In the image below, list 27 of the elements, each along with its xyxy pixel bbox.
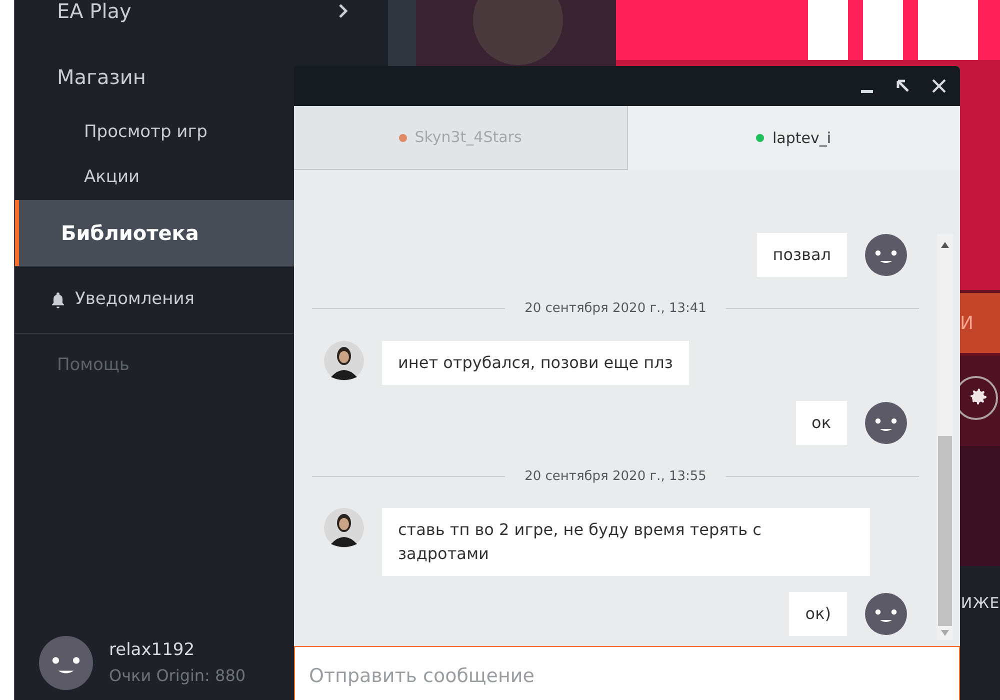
- avatar-icon: [39, 636, 93, 690]
- avatar-icon: [865, 593, 907, 635]
- date-separator: 20 сентября 2020 г., 13:55: [524, 468, 706, 486]
- user-name: relax1192: [109, 639, 196, 662]
- bell-icon: [49, 291, 67, 309]
- message-bubble: позвал: [756, 233, 847, 277]
- bottom-label: ИЖЕ: [960, 593, 1000, 614]
- message-bubble: ок): [789, 592, 847, 636]
- scroll-up-icon: [941, 242, 949, 248]
- avatar-icon: [324, 508, 364, 548]
- message-input[interactable]: Отправить сообщение: [294, 646, 960, 700]
- close-icon: [932, 79, 946, 93]
- sidebar-item[interactable]: EA Play: [15, 0, 388, 44]
- message-bubble: ставь тп во 2 игре, не буду время терять с задротами: [382, 508, 870, 576]
- scrollbar[interactable]: [937, 234, 953, 640]
- scroll-down-icon: [941, 630, 949, 636]
- avatar-icon: [865, 234, 907, 276]
- scroll-thumb[interactable]: [938, 436, 952, 626]
- arrow-up-left-icon: [896, 79, 910, 93]
- avatar-icon: [865, 402, 907, 444]
- date-separator: 20 сентября 2020 г., 13:41: [524, 300, 706, 318]
- notifications-label: Уведомления: [75, 288, 195, 312]
- user-points: Очки Origin: 880: [109, 664, 246, 687]
- message-bubble: инет отрубался, позови еще плз: [382, 340, 689, 384]
- close-button[interactable]: [930, 77, 948, 95]
- avatar-icon: [324, 340, 364, 380]
- message-bubble: ок: [796, 400, 847, 444]
